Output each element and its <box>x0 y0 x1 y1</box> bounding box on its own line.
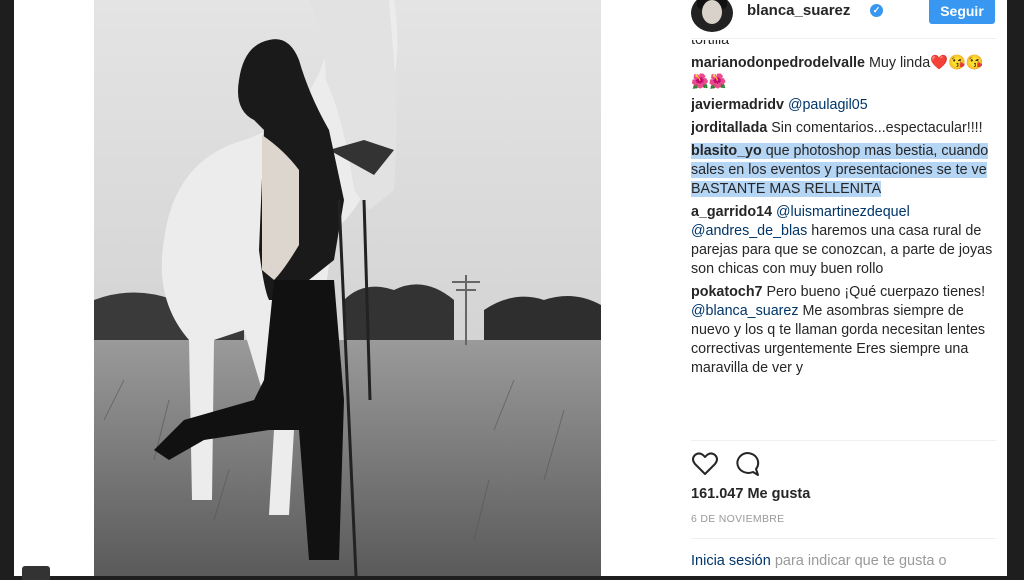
comment-item-selected: blasito_yo que photoshop mas bestia, cua… <box>691 142 996 199</box>
comment-bubble-icon[interactable] <box>733 450 761 478</box>
comment-text: Sin comentarios...espectacular!!!! <box>767 120 983 136</box>
post-modal: ‹ › blanca_suarez ✓ Seguir tortilla mari… <box>14 0 1007 576</box>
comment-username[interactable]: a_garrido14 <box>691 204 772 220</box>
author-username[interactable]: blanca_suarez <box>747 2 850 19</box>
comments-list[interactable]: tortilla marianodonpedrodelvalle Muy lin… <box>691 40 996 438</box>
post-actions <box>691 450 891 480</box>
post-photo[interactable] <box>94 0 601 576</box>
likes-count[interactable]: 161.047 Me gusta <box>691 486 810 502</box>
comment-username[interactable]: blasito_yo <box>691 143 762 159</box>
avatar-face <box>702 0 722 24</box>
comment-username[interactable]: pokatoch7 <box>691 284 763 300</box>
post-date: 6 DE NOVIEMBRE <box>691 513 785 525</box>
comment-item: javiermadridv @paulagil05 <box>691 96 996 115</box>
header-divider <box>691 38 996 39</box>
comment-item: a_garrido14 @luismartinezdequel @andres_… <box>691 203 996 279</box>
comment-item: pokatoch7 Pero bueno ¡Qué cuerpazo tiene… <box>691 283 996 378</box>
comment-mention[interactable]: @luismartinezdequel <box>776 204 910 220</box>
follow-button[interactable]: Seguir <box>929 0 995 24</box>
heart-icon[interactable] <box>691 450 719 478</box>
comment-mention[interactable]: @andres_de_blas <box>691 223 807 239</box>
verified-badge-icon: ✓ <box>870 4 883 17</box>
bottom-left-tab-icon[interactable] <box>22 566 50 580</box>
login-link[interactable]: Inicia sesión <box>691 553 771 569</box>
comment-mention[interactable]: @paulagil05 <box>788 97 868 113</box>
comment-username[interactable]: jorditallada <box>691 120 767 136</box>
comments-divider <box>691 440 996 441</box>
comment-mention[interactable]: @blanca_suarez <box>691 303 799 319</box>
login-prompt-text: para indicar que te gusta o <box>770 553 947 569</box>
footer-divider <box>691 538 996 539</box>
comment-username[interactable]: marianodonpedrodelvalle <box>691 55 865 71</box>
comment-item: tortilla <box>691 40 996 50</box>
comment-item: jorditallada Sin comentarios...espectacu… <box>691 119 996 138</box>
post-photo-image <box>94 0 601 576</box>
comment-text: Pero bueno ¡Qué cuerpazo tienes! <box>762 284 986 300</box>
comment-text: tortilla <box>691 40 730 48</box>
post-header: blanca_suarez ✓ Seguir <box>691 0 996 36</box>
login-prompt: Inicia sesión para indicar que te gusta … <box>691 553 947 569</box>
avatar[interactable] <box>691 0 733 32</box>
post-sidebar: blanca_suarez ✓ Seguir tortilla marianod… <box>674 0 1004 576</box>
comment-item: marianodonpedrodelvalle Muy linda❤️😘😘 🌺🌺 <box>691 54 996 92</box>
comment-username[interactable]: javiermadridv <box>691 97 784 113</box>
